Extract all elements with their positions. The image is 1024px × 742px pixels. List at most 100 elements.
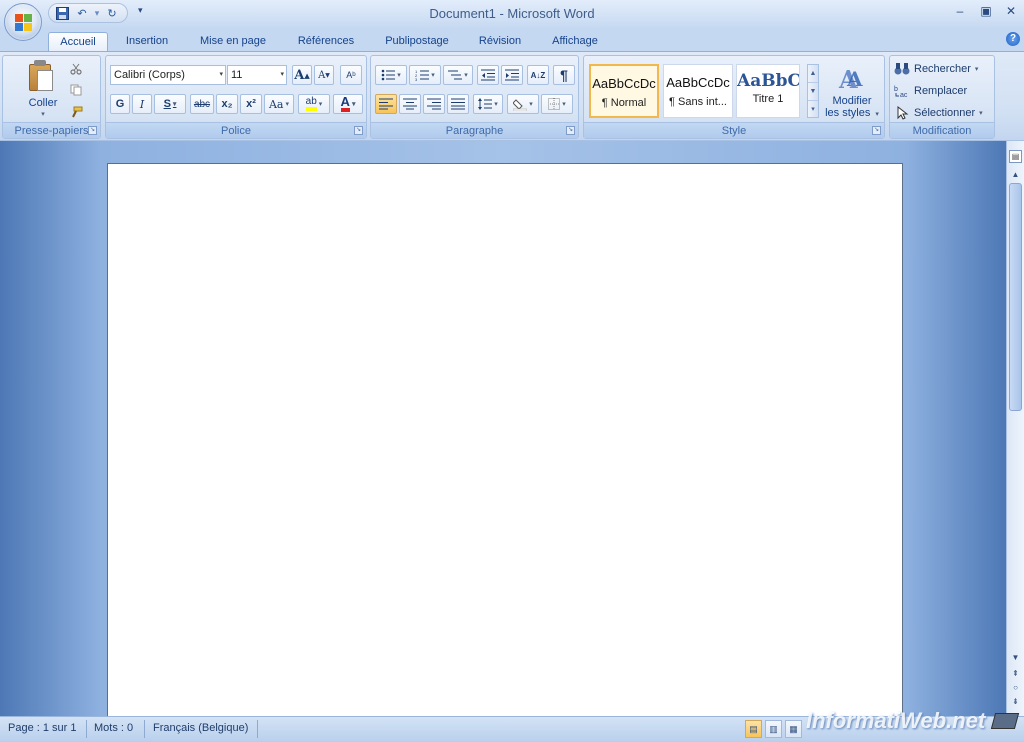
superscript-button[interactable]: x² <box>240 94 262 114</box>
increase-indent-icon[interactable] <box>501 65 523 85</box>
font-color-button[interactable]: A ▾ <box>333 94 363 114</box>
change-styles-line1: Modifier <box>832 95 872 107</box>
tab-revision[interactable]: Révision <box>468 32 532 52</box>
style-normal[interactable]: AaBbCcDc ¶ Normal <box>589 64 659 118</box>
bullets-button[interactable]: ▾ <box>375 65 407 85</box>
shrink-font-button[interactable]: A ▼ <box>314 65 334 85</box>
decrease-indent-icon[interactable] <box>477 65 499 85</box>
style-no-spacing-sample: AaBbCcDc <box>666 75 730 90</box>
clipboard-launcher-icon[interactable]: ↘ <box>88 126 97 135</box>
style-heading-1-name: Titre 1 <box>752 93 784 105</box>
highlight-button[interactable]: ab ▾ <box>298 94 330 114</box>
ribbon-tabs: Accueil Insertion Mise en page Référence… <box>0 28 1024 52</box>
document-page[interactable] <box>107 163 903 723</box>
align-center-icon[interactable] <box>399 94 421 114</box>
borders-button[interactable]: ▾ <box>541 94 573 114</box>
styles-launcher-icon[interactable]: ↘ <box>872 126 881 135</box>
tab-publipostage[interactable]: Publipostage <box>372 32 462 52</box>
grow-font-button[interactable]: A ▲ <box>292 65 312 85</box>
maximize-button[interactable]: ▣ <box>975 4 997 22</box>
scroll-up-icon[interactable]: ▲ <box>1009 168 1022 181</box>
next-page-icon[interactable]: ⇟ <box>1010 697 1021 708</box>
bold-button[interactable]: G <box>110 94 130 114</box>
font-name-value: Calibri (Corps) <box>114 69 185 81</box>
italic-button[interactable]: I <box>132 94 152 114</box>
gallery-more-icon[interactable]: ▾ <box>808 101 818 119</box>
svg-text:b: b <box>894 86 898 93</box>
gallery-down-icon[interactable]: ▼ <box>808 83 818 101</box>
help-icon[interactable]: ? <box>1006 32 1020 46</box>
shading-icon <box>513 98 528 111</box>
font-size-dropdown-icon[interactable]: ▾ <box>280 66 284 84</box>
tab-mise-en-page[interactable]: Mise en page <box>188 32 278 52</box>
page-count-status[interactable]: Page : 1 sur 1 <box>8 722 77 734</box>
scroll-down-icon[interactable]: ▼ <box>1009 651 1022 664</box>
previous-page-icon[interactable]: ⇞ <box>1010 669 1021 680</box>
minimize-button[interactable]: – <box>949 4 971 22</box>
sort-icon[interactable]: A↓Z <box>527 65 549 85</box>
office-button[interactable] <box>4 3 42 41</box>
paste-label: Coller <box>28 97 58 109</box>
shading-button[interactable]: ▾ <box>507 94 539 114</box>
svg-text:A: A <box>846 67 863 91</box>
style-no-spacing[interactable]: AaBbCcDc ¶ Sans int... <box>663 64 733 118</box>
justify-icon[interactable] <box>447 94 469 114</box>
clear-formatting-icon: Aᵇ <box>346 70 356 80</box>
paste-button[interactable]: Coller ▾ <box>21 58 65 120</box>
find-button[interactable]: Rechercher ▾ <box>894 59 992 79</box>
change-styles-button[interactable]: A A Modifier les styles ▾ <box>822 60 882 120</box>
scroll-thumb[interactable] <box>1009 183 1022 411</box>
title-bar: ↶ ▾ ↻ ▾ Document1 - Microsoft Word – ▣ ✕ <box>0 0 1024 28</box>
paragraph-launcher-icon[interactable]: ↘ <box>566 126 575 135</box>
print-layout-view-icon[interactable]: ▤ <box>745 720 762 738</box>
replace-button[interactable]: b ac Remplacer <box>894 81 992 101</box>
view-ruler-icon[interactable]: ▤ <box>1009 150 1022 163</box>
underline-button[interactable]: S ▾ <box>154 94 186 114</box>
group-label-clipboard: Presse-papiers <box>3 122 100 138</box>
select-button[interactable]: Sélectionner ▾ <box>894 103 992 123</box>
group-label-editing: Modification <box>890 122 994 138</box>
align-left-icon[interactable] <box>375 94 397 114</box>
clear-formatting-button[interactable]: Aᵇ <box>340 65 362 85</box>
tab-affichage[interactable]: Affichage <box>540 32 610 52</box>
tab-insertion[interactable]: Insertion <box>114 32 180 52</box>
word-count-status[interactable]: Mots : 0 <box>94 722 133 734</box>
tab-accueil[interactable]: Accueil <box>48 32 108 52</box>
style-heading-1-sample: AaBbCc <box>737 71 799 91</box>
full-screen-reading-icon[interactable]: ▥ <box>765 720 782 738</box>
laptop-logo-icon <box>990 713 1020 729</box>
group-label-font: Police <box>106 122 366 138</box>
line-spacing-button[interactable]: ▾ <box>473 94 503 114</box>
web-layout-icon[interactable]: ▦ <box>785 720 802 738</box>
align-right-icon[interactable] <box>423 94 445 114</box>
tab-references[interactable]: Références <box>286 32 366 52</box>
style-no-spacing-name: ¶ Sans int... <box>669 96 727 108</box>
show-formatting-marks-icon[interactable]: ¶ <box>553 65 575 85</box>
font-launcher-icon[interactable]: ↘ <box>354 126 363 135</box>
close-button[interactable]: ✕ <box>1000 4 1022 22</box>
format-painter-icon[interactable] <box>67 102 85 122</box>
font-color-dropdown-icon[interactable]: ▾ <box>352 100 356 108</box>
multilevel-list-button[interactable]: ▾ <box>443 65 473 85</box>
subscript-button[interactable]: x₂ <box>216 94 238 114</box>
language-status[interactable]: Français (Belgique) <box>153 722 248 734</box>
font-name-combo[interactable]: Calibri (Corps) ▾ <box>110 65 226 85</box>
vertical-scrollbar[interactable]: ▤ ▲ ▼ ⇞ ○ ⇟ <box>1006 141 1024 716</box>
strikethrough-button[interactable]: abc <box>190 94 214 114</box>
change-case-button[interactable]: Aa ▾ <box>264 94 294 114</box>
document-area <box>0 141 1006 723</box>
cut-icon[interactable] <box>67 59 85 79</box>
browse-object-icon[interactable]: ○ <box>1010 683 1021 694</box>
font-name-dropdown-icon[interactable]: ▾ <box>219 66 223 84</box>
gallery-up-icon[interactable]: ▲ <box>808 65 818 83</box>
highlight-dropdown-icon[interactable]: ▾ <box>319 100 323 108</box>
office-logo-icon <box>15 14 33 32</box>
font-size-combo[interactable]: 11 ▾ <box>227 65 287 85</box>
group-editing: Rechercher ▾ b ac Remplacer Sélectionner ▾ … <box>889 55 995 139</box>
copy-icon[interactable] <box>67 80 85 100</box>
style-heading-1[interactable]: AaBbCc Titre 1 <box>736 64 800 118</box>
change-case-icon: Aa <box>268 97 284 111</box>
paste-dropdown-icon[interactable]: ▾ <box>21 110 65 118</box>
numbering-button[interactable]: 1 2 3 ▾ <box>409 65 441 85</box>
underline-dropdown-icon[interactable]: ▾ <box>173 100 177 108</box>
